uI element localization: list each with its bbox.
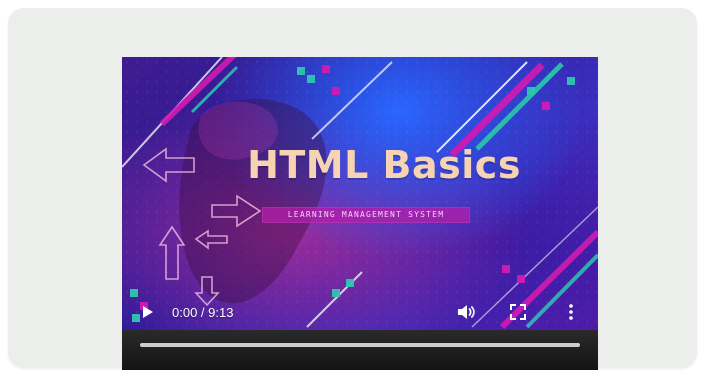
player-bottom-bar xyxy=(122,330,598,370)
volume-icon xyxy=(458,305,475,319)
more-options-button[interactable] xyxy=(562,295,580,329)
volume-button[interactable] xyxy=(455,295,477,329)
video-title: HTML Basics xyxy=(247,143,521,187)
fullscreen-button[interactable] xyxy=(507,295,529,329)
progress-bar[interactable] xyxy=(140,343,580,347)
video-player[interactable]: HTML Basics LEARNING MANAGEMENT SYSTEM 0… xyxy=(122,57,598,370)
play-icon xyxy=(143,306,153,318)
time-display: 0:00 / 9:13 xyxy=(172,304,234,320)
video-frame[interactable]: HTML Basics LEARNING MANAGEMENT SYSTEM xyxy=(122,57,598,330)
more-vertical-icon xyxy=(569,304,573,320)
video-artwork xyxy=(122,57,598,330)
play-button[interactable] xyxy=(136,295,158,329)
fullscreen-icon xyxy=(510,304,526,320)
video-subtitle: LEARNING MANAGEMENT SYSTEM xyxy=(287,210,445,219)
player-controls: 0:00 / 9:13 xyxy=(122,295,598,329)
arrow-up-icon xyxy=(158,225,186,280)
